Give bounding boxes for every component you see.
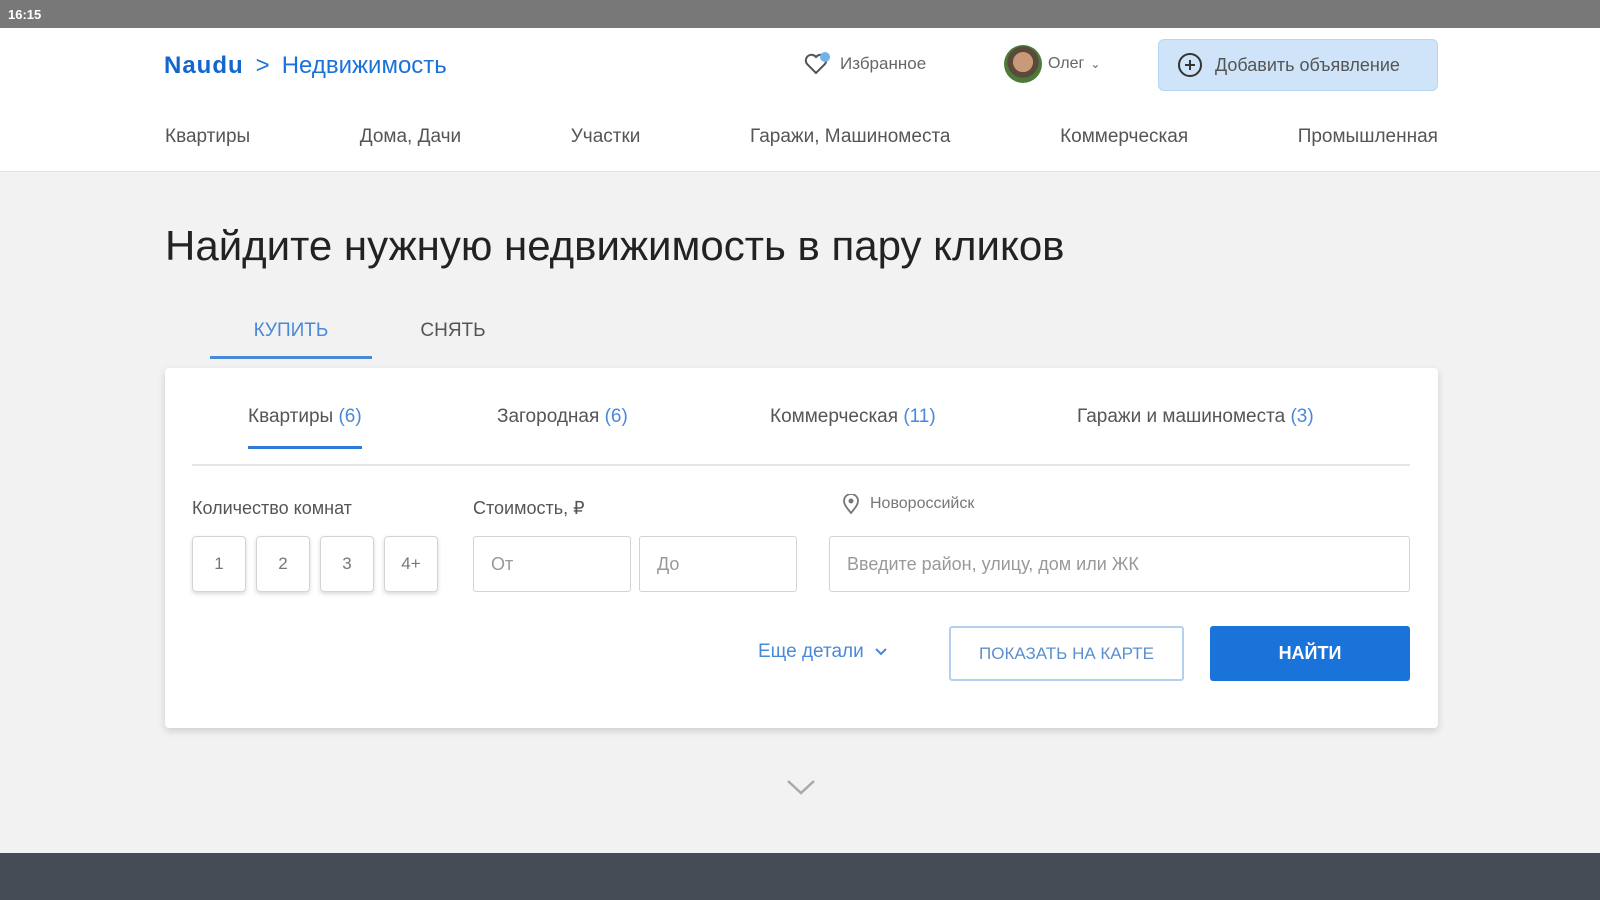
tab-label: Гаражи и машиноместа <box>1077 406 1286 427</box>
more-details-label: Еще детали <box>758 641 864 662</box>
breadcrumb-separator: > <box>255 52 270 79</box>
nav-item-garages[interactable]: Гаражи, Машиноместа <box>750 126 951 148</box>
heart-icon <box>804 52 830 75</box>
footer <box>0 853 1600 900</box>
tab-rent[interactable]: СНЯТЬ <box>372 320 534 359</box>
user-menu[interactable]: Олег ⌄ <box>1004 45 1100 83</box>
find-button[interactable]: НАЙТИ <box>1210 626 1410 681</box>
tab-country[interactable]: Загородная (6) <box>497 406 628 446</box>
status-bar: 16:15 <box>0 0 1600 28</box>
address-input[interactable]: Введите район, улицу, дом или ЖК <box>829 536 1410 592</box>
tab-apartments[interactable]: Квартиры (6) <box>248 406 362 449</box>
price-from-input[interactable]: От <box>473 536 631 592</box>
scroll-down-chevron-icon[interactable] <box>786 778 816 796</box>
room-2-button[interactable]: 2 <box>256 536 310 592</box>
tab-count: (6) <box>338 406 362 427</box>
favorites-link[interactable]: Избранное <box>804 52 926 76</box>
show-on-map-button[interactable]: ПОКАЗАТЬ НА КАРТЕ <box>949 626 1184 681</box>
tab-commercial[interactable]: Коммерческая (11) <box>770 406 936 446</box>
nav-item-commercial[interactable]: Коммерческая <box>1060 126 1188 148</box>
nav-item-apartments[interactable]: Квартиры <box>165 126 250 148</box>
nav-item-houses[interactable]: Дома, Дачи <box>360 126 461 148</box>
rooms-label: Количество комнат <box>192 498 352 518</box>
city-label: Новороссийск <box>870 495 975 512</box>
tab-label: Квартиры <box>248 406 334 427</box>
property-type-tabs: Квартиры (6) Загородная (6) Коммерческая… <box>192 406 1410 466</box>
header: Naudu > Недвижимость Избранное Олег ⌄ До… <box>0 28 1600 172</box>
tab-label: Загородная <box>497 406 600 427</box>
tab-label: Коммерческая <box>770 406 899 427</box>
deal-type-tabs: КУПИТЬ СНЯТЬ <box>210 320 534 359</box>
add-listing-label: Добавить объявление <box>1215 54 1400 75</box>
brand-logo[interactable]: Naudu <box>164 52 244 80</box>
location-pin-icon <box>843 494 859 514</box>
tab-buy[interactable]: КУПИТЬ <box>210 320 372 359</box>
price-to-input[interactable]: До <box>639 536 797 592</box>
chevron-down-icon <box>875 648 887 656</box>
breadcrumb-section[interactable]: Недвижимость <box>282 52 447 80</box>
tab-count: (11) <box>903 406 936 427</box>
favorites-label: Избранное <box>840 54 927 73</box>
breadcrumb: Naudu > Недвижимость <box>164 52 447 80</box>
tab-count: (6) <box>604 406 628 427</box>
user-name: Олег <box>1048 55 1085 72</box>
more-details-toggle[interactable]: Еще детали <box>758 641 888 663</box>
tab-garages[interactable]: Гаражи и машиноместа (3) <box>1077 406 1314 446</box>
nav-item-land[interactable]: Участки <box>571 126 641 148</box>
chevron-down-icon: ⌄ <box>1090 57 1101 71</box>
plus-circle-icon <box>1178 53 1202 77</box>
page-title: Найдите нужную недвижимость в пару клико… <box>165 222 1065 269</box>
city-selector[interactable]: Новороссийск <box>842 494 974 514</box>
room-4plus-button[interactable]: 4+ <box>384 536 438 592</box>
add-listing-button[interactable]: Добавить объявление <box>1158 39 1438 91</box>
room-1-button[interactable]: 1 <box>192 536 246 592</box>
search-card: Квартиры (6) Загородная (6) Коммерческая… <box>165 368 1438 728</box>
avatar <box>1004 45 1042 83</box>
tab-count: (3) <box>1290 406 1314 427</box>
category-nav: Квартиры Дома, Дачи Участки Гаражи, Маши… <box>165 126 1438 148</box>
room-3-button[interactable]: 3 <box>320 536 374 592</box>
status-time: 16:15 <box>8 7 42 22</box>
nav-item-industrial[interactable]: Промышленная <box>1298 126 1438 148</box>
price-label: Стоимость, ₽ <box>473 498 585 518</box>
